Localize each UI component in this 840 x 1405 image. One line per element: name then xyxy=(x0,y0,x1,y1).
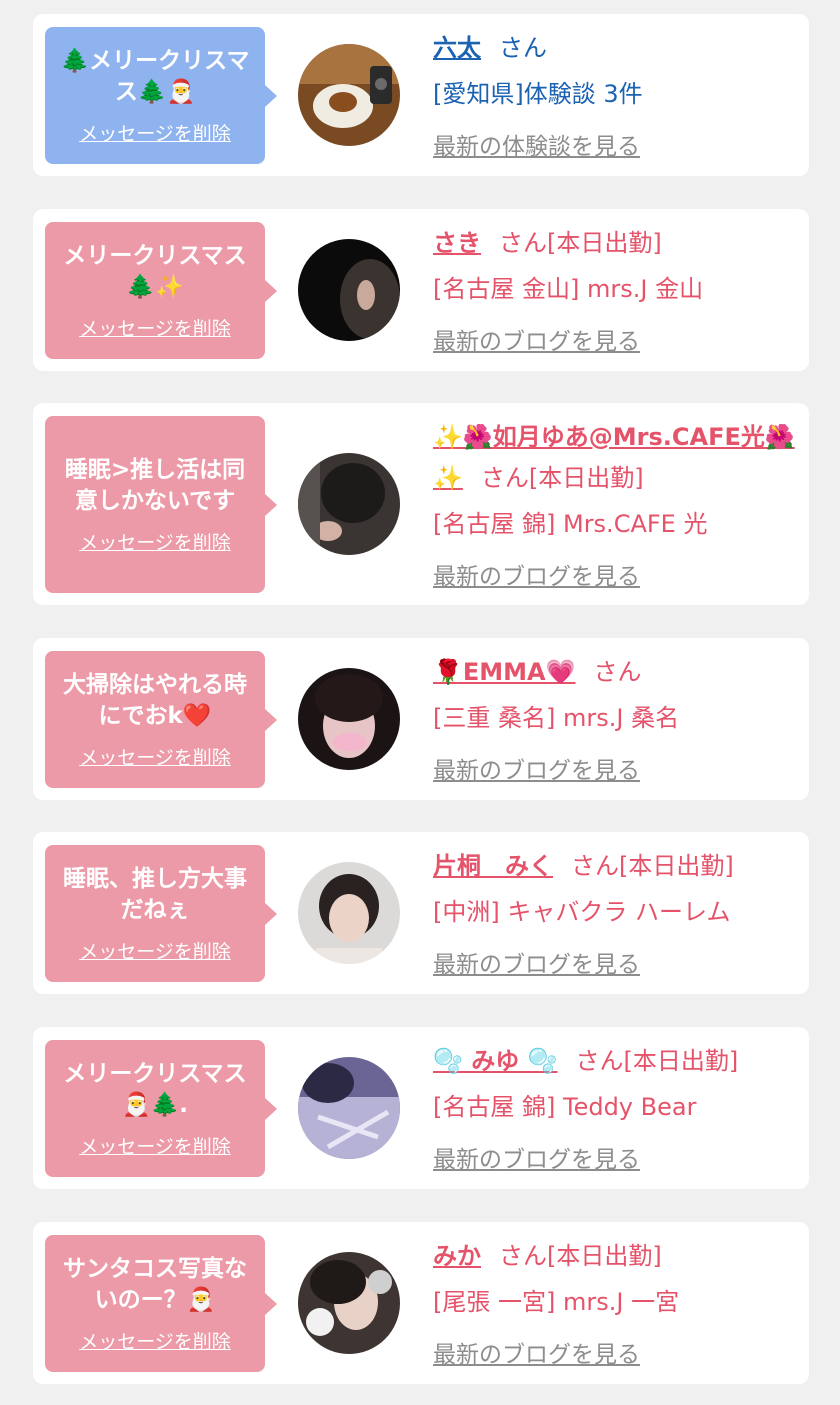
user-shop: [名古屋 金山] mrs.J 金山 xyxy=(433,275,704,303)
avatar-photo-ear-icon xyxy=(298,239,400,341)
delete-message-link[interactable]: メッセージを削除 xyxy=(79,531,231,555)
message-bubble: メリークリスマス🎅🌲. メッセージを削除 xyxy=(45,1040,277,1177)
user-shop: [中洲] キャバクラ ハーレム xyxy=(433,898,731,926)
user-info: 片桐 みく さん[本日出勤] [中洲] キャバクラ ハーレム 最新のブログを見る xyxy=(433,846,798,981)
user-shop: [名古屋 錦] Mrs.CAFE 光 xyxy=(433,510,708,538)
user-shop: [三重 桑名] mrs.J 桑名 xyxy=(433,704,680,732)
message-text: サンタコス写真ないのー？🎅 xyxy=(63,1255,247,1313)
message-card: サンタコス写真ないのー？🎅 メッセージを削除 みか さん[本日出勤] [尾張 一宮… xyxy=(33,1222,809,1384)
avatar-photo-hair-icon xyxy=(298,453,400,555)
user-info: 🌹EMMA💗 さん [三重 桑名] mrs.J 桑名 最新のブログを見る xyxy=(433,652,798,787)
latest-link[interactable]: 最新のブログを見る xyxy=(433,755,798,787)
delete-message-link[interactable]: メッセージを削除 xyxy=(79,940,231,964)
user-info: 🫧 みゆ 🫧 さん[本日出勤] [名古屋 錦] Teddy Bear 最新のブログ… xyxy=(433,1041,798,1176)
message-card: メリークリスマス🎅🌲. メッセージを削除 🫧 みゆ 🫧 さん[本日出勤] [名古屋… xyxy=(33,1027,809,1189)
message-text: 大掃除はやれる時にでおk❤️ xyxy=(63,671,247,729)
message-bubble: 🌲メリークリスマス🌲🎅 メッセージを削除 xyxy=(45,27,277,164)
status-label: [本日出勤] xyxy=(547,229,662,257)
user-info: 六太 さん [愛知県]体験談 3件 最新の体験談を見る xyxy=(433,28,798,163)
avatar[interactable] xyxy=(298,862,400,964)
avatar[interactable] xyxy=(298,1252,400,1354)
avatar-photo-blur-icon xyxy=(298,1057,400,1159)
honorific: さん xyxy=(499,1242,547,1270)
user-name-link[interactable]: さき xyxy=(433,229,481,257)
delete-message-link[interactable]: メッセージを削除 xyxy=(79,746,231,770)
delete-message-link[interactable]: メッセージを削除 xyxy=(79,1330,231,1354)
avatar-photo-cake-icon xyxy=(298,44,400,146)
avatar[interactable] xyxy=(298,668,400,770)
message-bubble: 睡眠>推し活は同意しかないです メッセージを削除 xyxy=(45,416,277,593)
honorific: さん xyxy=(571,852,619,880)
message-text: メリークリスマス🎅🌲. xyxy=(63,1060,247,1118)
avatar-photo-emma-icon xyxy=(298,668,400,770)
message-bubble: 睡眠、推し方大事だねぇ メッセージを削除 xyxy=(45,845,277,982)
message-bubble: 大掃除はやれる時にでおk❤️ メッセージを削除 xyxy=(45,651,277,788)
avatar[interactable] xyxy=(298,1057,400,1159)
message-list: 🌲メリークリスマス🌲🎅 メッセージを削除 六太 さん [愛知県]体験談 3件 最新… xyxy=(0,0,840,1405)
status-label: [本日出勤] xyxy=(528,464,644,492)
honorific: さん xyxy=(575,1047,624,1075)
latest-link[interactable]: 最新のブログを見る xyxy=(433,949,798,981)
avatar[interactable] xyxy=(298,44,400,146)
message-text: 睡眠>推し活は同意しかないです xyxy=(64,456,246,514)
avatar[interactable] xyxy=(298,239,400,341)
avatar-photo-cat-icon xyxy=(298,1252,400,1354)
delete-message-link[interactable]: メッセージを削除 xyxy=(79,317,231,341)
message-card: メリークリスマス🌲✨ メッセージを削除 さき さん[本日出勤] [名古屋 金山] … xyxy=(33,209,809,371)
latest-link[interactable]: 最新のブログを見る xyxy=(433,326,798,358)
user-name-link[interactable]: みか xyxy=(433,1242,481,1270)
message-card: 🌲メリークリスマス🌲🎅 メッセージを削除 六太 さん [愛知県]体験談 3件 最新… xyxy=(33,14,809,176)
message-bubble: メリークリスマス🌲✨ メッセージを削除 xyxy=(45,222,277,359)
latest-link[interactable]: 最新の体験談を見る xyxy=(433,131,798,163)
user-info: ✨🌺如月ゆあ@Mrs.CAFE光🌺✨ さん[本日出勤] [名古屋 錦] Mrs.C… xyxy=(433,417,798,593)
user-name-link[interactable]: 🌹EMMA💗 xyxy=(433,658,576,686)
user-info: みか さん[本日出勤] [尾張 一宮] mrs.J 一宮 最新のブログを見る xyxy=(433,1236,798,1371)
latest-link[interactable]: 最新のブログを見る xyxy=(433,561,798,593)
delete-message-link[interactable]: メッセージを削除 xyxy=(79,1135,231,1159)
user-info: さき さん[本日出勤] [名古屋 金山] mrs.J 金山 最新のブログを見る xyxy=(433,223,798,358)
honorific: さん xyxy=(499,229,547,257)
latest-link[interactable]: 最新のブログを見る xyxy=(433,1339,798,1371)
message-card: 睡眠>推し活は同意しかないです メッセージを削除 ✨🌺如月ゆあ@Mrs.CAFE… xyxy=(33,403,809,605)
user-shop: [愛知県]体験談 3件 xyxy=(433,80,643,108)
message-card: 大掃除はやれる時にでおk❤️ メッセージを削除 🌹EMMA💗 さん [三重 桑名]… xyxy=(33,638,809,800)
honorific: さん xyxy=(480,464,529,492)
avatar[interactable] xyxy=(298,453,400,555)
status-label: [本日出勤] xyxy=(623,1047,739,1075)
latest-link[interactable]: 最新のブログを見る xyxy=(433,1144,798,1176)
message-card: 睡眠、推し方大事だねぇ メッセージを削除 片桐 みく さん[本日出勤] [中洲] … xyxy=(33,832,809,994)
user-name-link[interactable]: 六太 xyxy=(433,34,481,62)
avatar-photo-portrait-icon xyxy=(298,862,400,964)
delete-message-link[interactable]: メッセージを削除 xyxy=(79,122,231,146)
status-label: [本日出勤] xyxy=(619,852,734,880)
message-bubble: サンタコス写真ないのー？🎅 メッセージを削除 xyxy=(45,1235,277,1372)
user-shop: [名古屋 錦] Teddy Bear xyxy=(433,1093,697,1121)
honorific: さん xyxy=(499,34,547,62)
user-shop: [尾張 一宮] mrs.J 一宮 xyxy=(433,1288,680,1316)
user-name-link[interactable]: 🫧 みゆ 🫧 xyxy=(433,1047,557,1075)
message-text: メリークリスマス🌲✨ xyxy=(63,242,247,300)
user-name-link[interactable]: 片桐 みく xyxy=(433,852,553,880)
message-text: 🌲メリークリスマス🌲🎅 xyxy=(60,47,250,105)
status-label: [本日出勤] xyxy=(547,1242,662,1270)
honorific: さん xyxy=(593,658,642,686)
message-text: 睡眠、推し方大事だねぇ xyxy=(63,865,247,923)
